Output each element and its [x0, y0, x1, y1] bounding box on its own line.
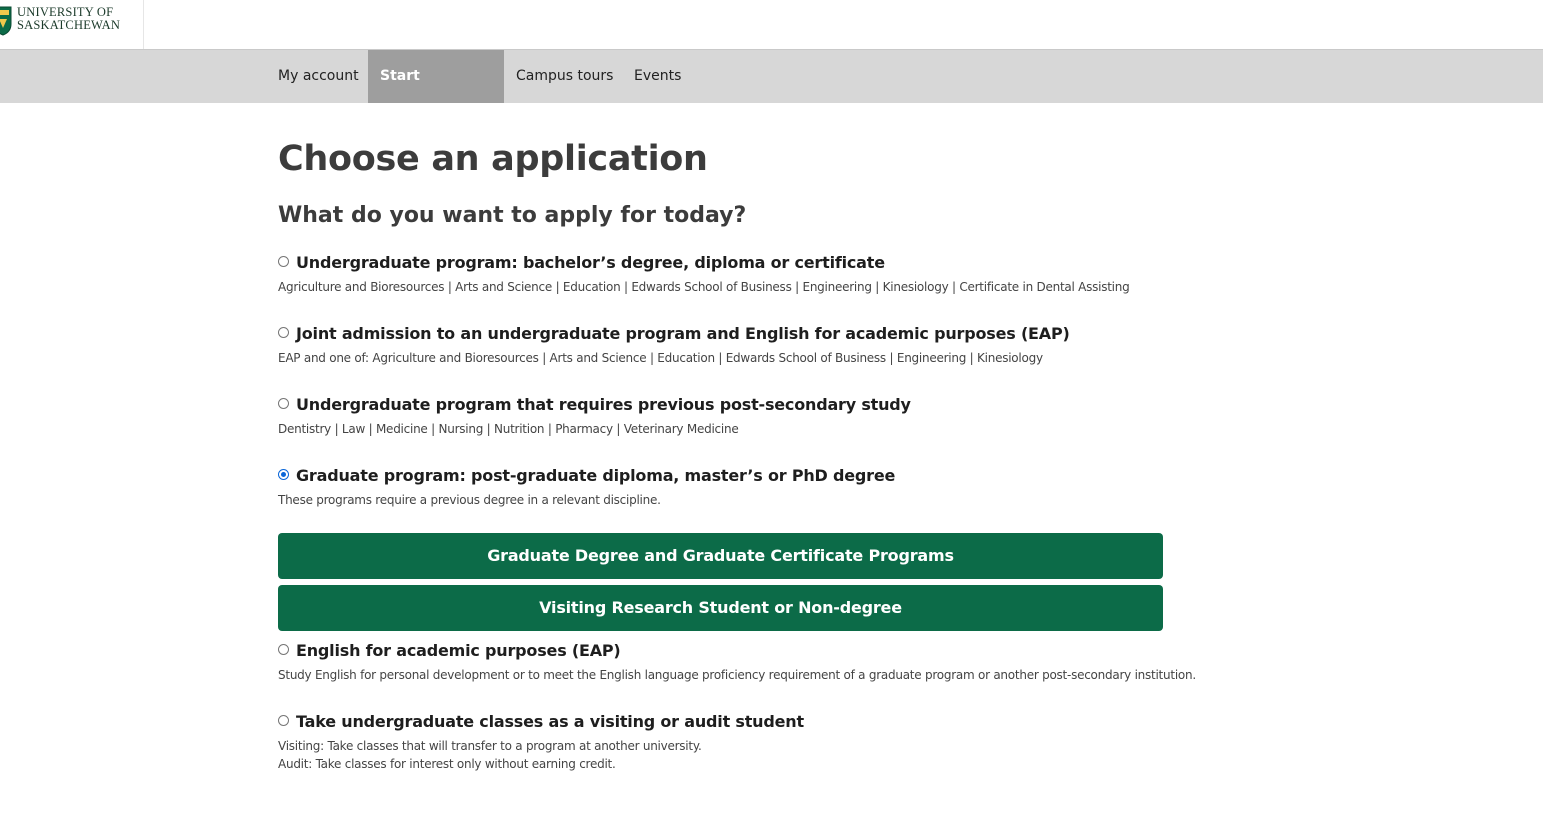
option-post-secondary-required-description: Dentistry | Law | Medicine | Nursing | N… — [278, 422, 739, 436]
university-name-line2: SASKATCHEWAN — [17, 18, 121, 32]
nav-my-account[interactable]: My account — [266, 50, 371, 103]
option-eap-description: Study English for personal development o… — [278, 668, 1196, 682]
nav-events[interactable]: Events — [622, 50, 693, 103]
option-visiting-description: Visiting: Take classes that will transfe… — [278, 739, 702, 753]
option-row[interactable]: Joint admission to an undergraduate prog… — [278, 324, 1163, 344]
option-visiting-audit-radio[interactable] — [278, 715, 289, 726]
option-row[interactable]: Graduate program: post-graduate diploma,… — [278, 466, 1163, 486]
nav-start-application[interactable]: Start application — [368, 50, 504, 137]
option-eap: English for academic purposes (EAP) Stud… — [278, 641, 1196, 682]
option-joint-admission: Joint admission to an undergraduate prog… — [278, 324, 1163, 365]
option-undergraduate-description: Agriculture and Bioresources | Arts and … — [278, 280, 1130, 294]
option-visiting-audit-label[interactable]: Take undergraduate classes as a visiting… — [296, 712, 804, 731]
option-eap-radio[interactable] — [278, 644, 289, 655]
option-joint-admission-radio[interactable] — [278, 327, 289, 338]
option-graduate-radio[interactable] — [278, 469, 289, 480]
option-row[interactable]: Undergraduate program: bachelor’s degree… — [278, 253, 1163, 273]
option-row[interactable]: English for academic purposes (EAP) — [278, 641, 1163, 661]
option-graduate: Graduate program: post-graduate diploma,… — [278, 466, 1163, 507]
option-undergraduate: Undergraduate program: bachelor’s degree… — [278, 253, 1163, 294]
option-row[interactable]: Undergraduate program that requires prev… — [278, 395, 1163, 415]
option-graduate-label[interactable]: Graduate program: post-graduate diploma,… — [296, 466, 895, 485]
option-undergraduate-radio[interactable] — [278, 256, 289, 267]
visiting-research-student-button[interactable]: Visiting Research Student or Non-degree — [278, 585, 1163, 631]
university-shield-icon — [0, 6, 12, 36]
graduate-degree-programs-button[interactable]: Graduate Degree and Graduate Certificate… — [278, 533, 1163, 579]
option-audit-description: Audit: Take classes for interest only wi… — [278, 757, 616, 771]
option-undergraduate-label[interactable]: Undergraduate program: bachelor’s degree… — [296, 253, 885, 272]
option-post-secondary-required: Undergraduate program that requires prev… — [278, 395, 1163, 436]
site-header: UNIVERSITY OF SASKATCHEWAN — [0, 0, 1543, 49]
nav-campus-tours[interactable]: Campus tours — [504, 50, 625, 103]
university-logo[interactable]: UNIVERSITY OF SASKATCHEWAN — [0, 0, 144, 49]
option-graduate-description: These programs require a previous degree… — [278, 493, 661, 507]
option-joint-admission-description: EAP and one of: Agriculture and Bioresou… — [278, 351, 1043, 365]
option-post-secondary-required-label[interactable]: Undergraduate program that requires prev… — [296, 395, 911, 414]
option-visiting-audit: Take undergraduate classes as a visiting… — [278, 712, 1163, 771]
main-navigation: My account Start application Campus tour… — [0, 49, 1543, 137]
option-row[interactable]: Take undergraduate classes as a visiting… — [278, 712, 1163, 732]
option-joint-admission-label[interactable]: Joint admission to an undergraduate prog… — [296, 324, 1070, 343]
page-subtitle: What do you want to apply for today? — [278, 203, 747, 228]
page-title: Choose an application — [278, 139, 708, 179]
university-name: UNIVERSITY OF SASKATCHEWAN — [17, 6, 120, 32]
option-eap-label[interactable]: English for academic purposes (EAP) — [296, 641, 621, 660]
option-post-secondary-required-radio[interactable] — [278, 398, 289, 409]
